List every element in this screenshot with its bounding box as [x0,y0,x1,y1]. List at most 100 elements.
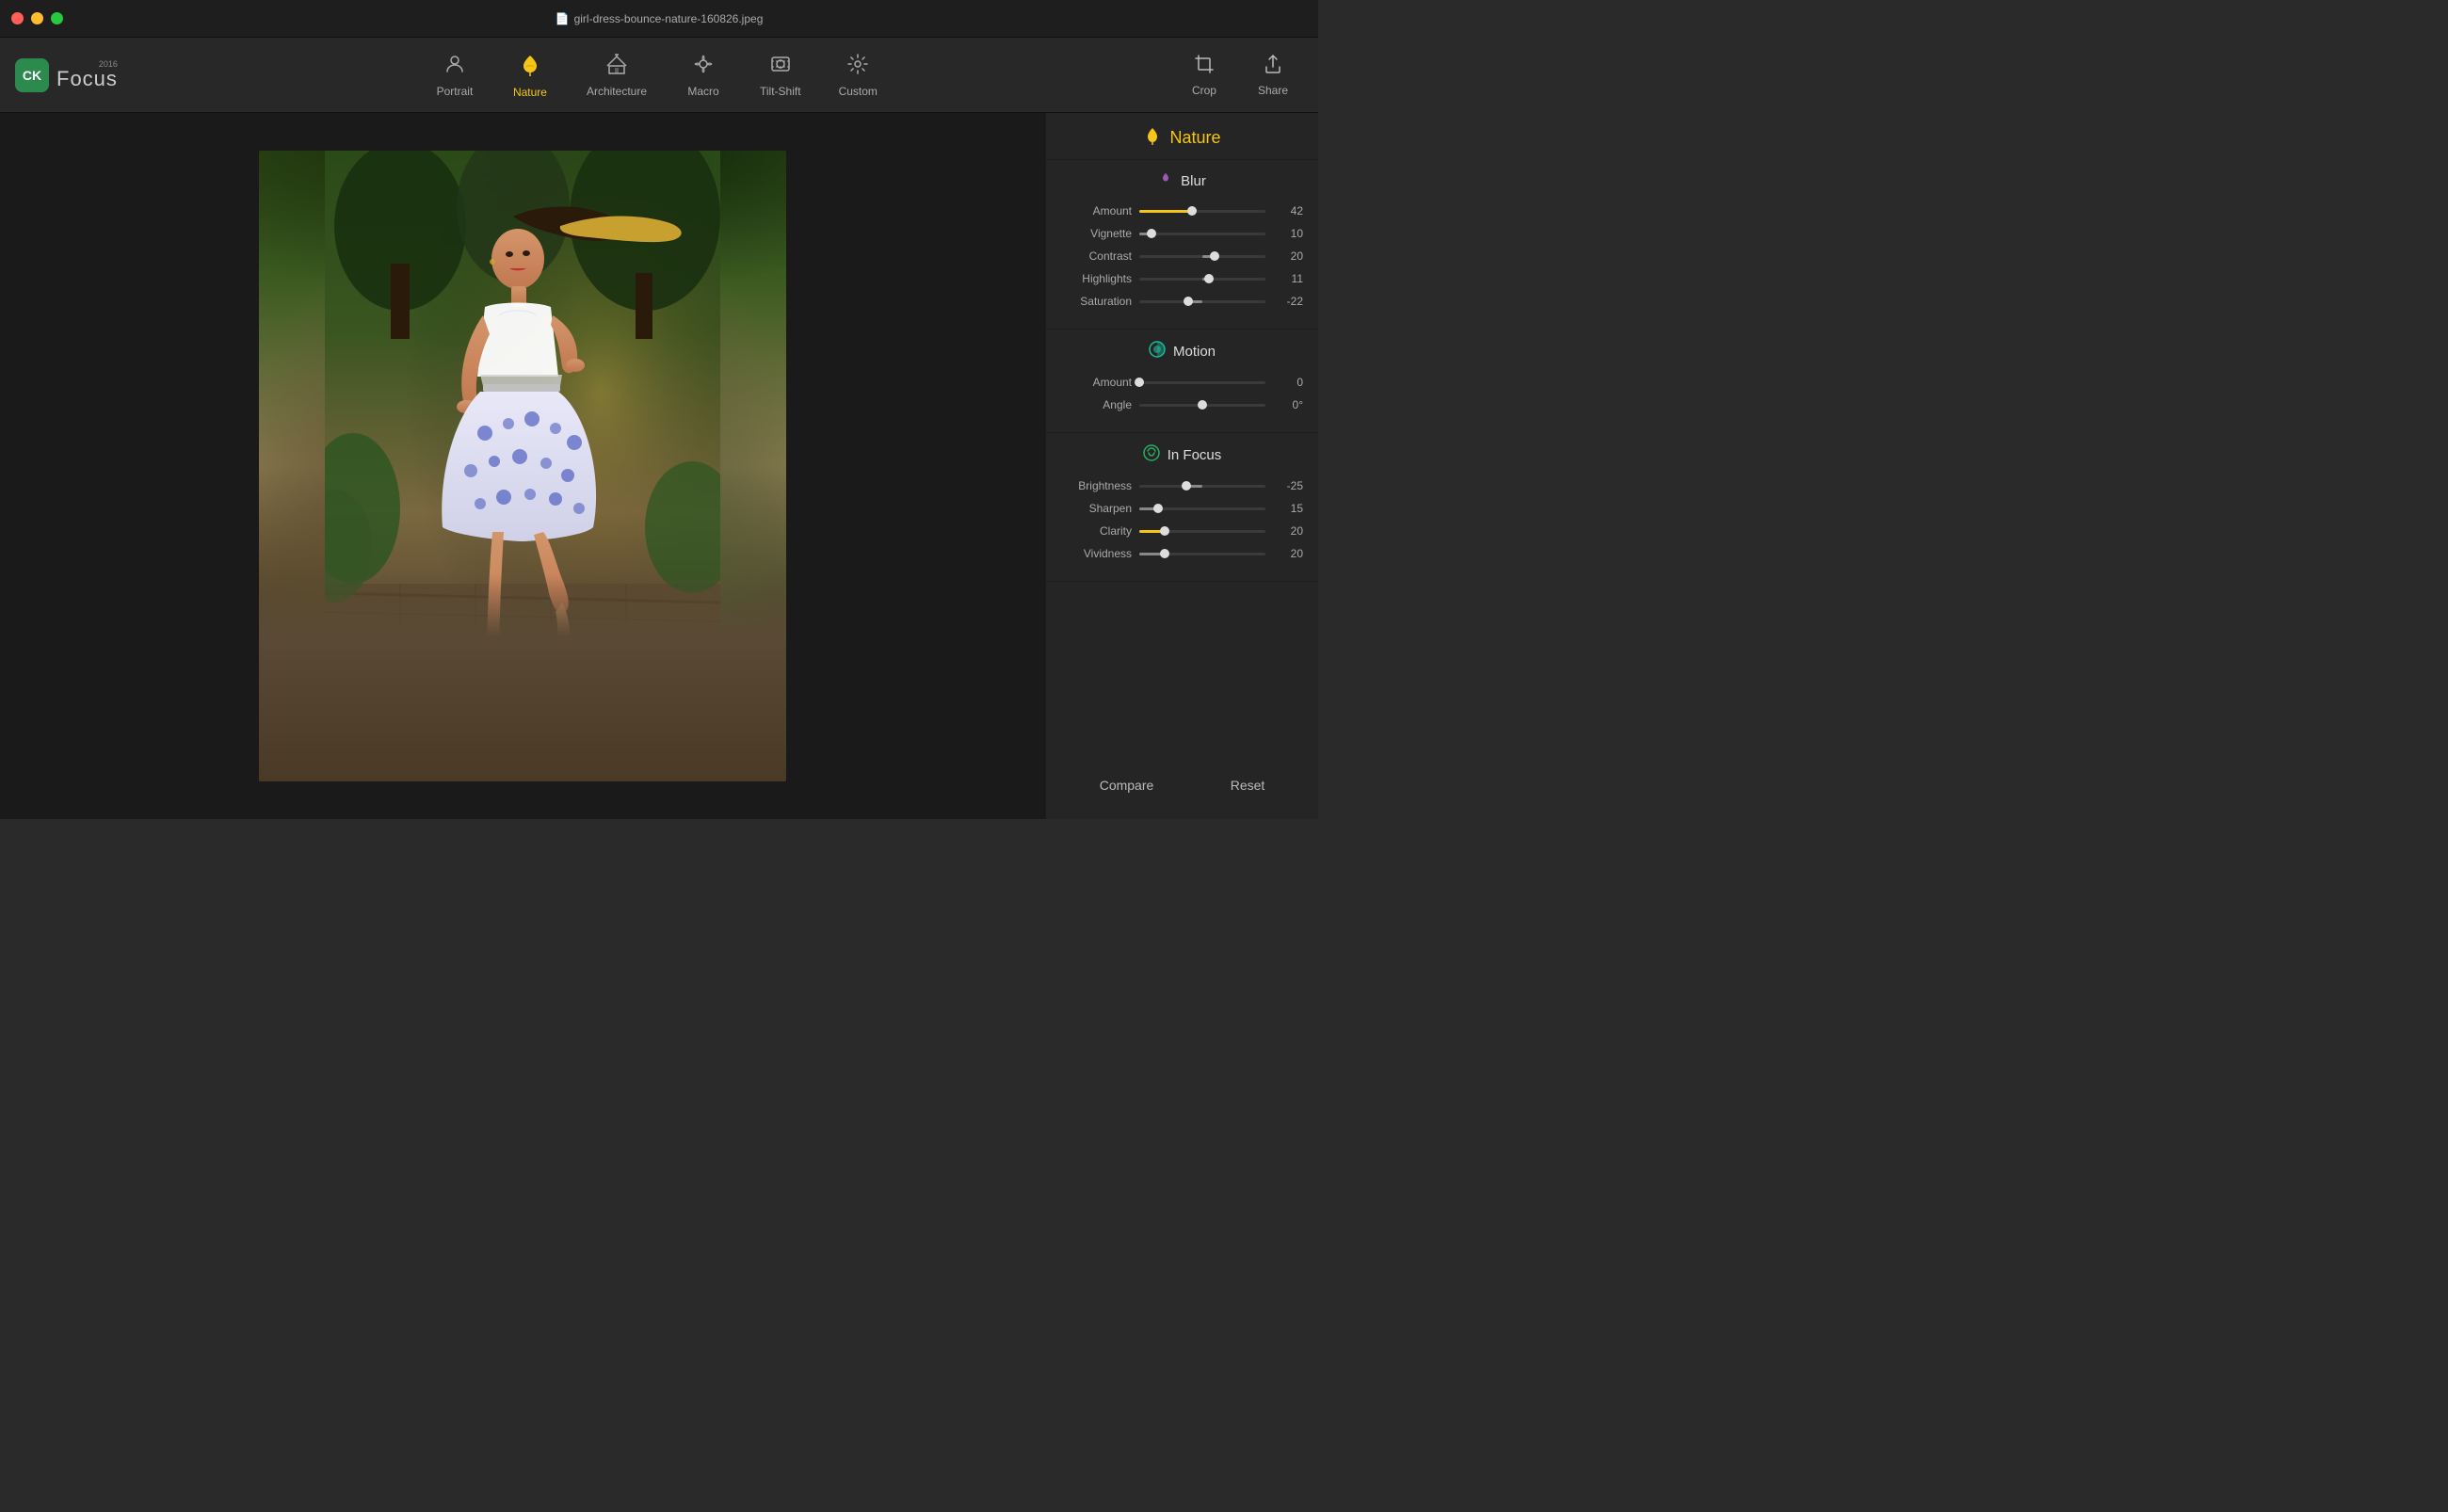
app-logo: CK 2016 Focus [15,58,118,92]
bg-path [259,574,786,781]
blur-amount-track [1139,210,1265,213]
custom-icon [846,53,869,81]
photo-canvas [259,151,786,781]
blur-highlights-value: 11 [1273,272,1303,285]
compare-button[interactable]: Compare [1081,770,1173,800]
nav-tool-macro[interactable]: Macro [666,47,741,104]
infocus-sharpen-track [1139,507,1265,510]
window-title: 📄 girl-dress-bounce-nature-160826.jpeg [556,12,764,25]
titlebar: 📄 girl-dress-bounce-nature-160826.jpeg [0,0,1318,38]
panel-title: Nature [1046,113,1318,160]
blur-vignette-thumb[interactable] [1147,229,1156,238]
infocus-sharpen-row: Sharpen 15 [1061,502,1303,515]
blur-section-header: Blur [1061,171,1303,191]
content-area: Nature Blur Amount 42 [0,113,1318,819]
motion-angle-value: 0° [1273,398,1303,411]
image-area [0,113,1045,819]
blur-contrast-thumb[interactable] [1210,251,1219,261]
macro-icon [692,53,715,81]
infocus-vividness-thumb[interactable] [1160,549,1169,558]
blur-contrast-value: 20 [1273,249,1303,263]
blur-vignette-track [1139,233,1265,235]
nature-icon [518,52,542,82]
blur-vignette-value: 10 [1273,227,1303,240]
nav-tool-nature[interactable]: Nature [492,46,568,105]
file-icon: 📄 [556,12,570,25]
blur-saturation-track [1139,300,1265,303]
blur-highlights-track [1139,278,1265,281]
nav-tool-tiltshift[interactable]: Tilt-Shift [741,47,820,104]
blur-amount-row: Amount 42 [1061,204,1303,217]
infocus-section: In Focus Brightness -25 Sharpen 15 [1046,433,1318,582]
crop-icon [1194,54,1215,80]
motion-amount-row: Amount 0 [1061,376,1303,389]
motion-section-header: Motion [1061,341,1303,362]
maximize-button[interactable] [51,12,63,24]
blur-highlights-thumb[interactable] [1204,274,1214,283]
motion-amount-label: Amount [1061,376,1132,389]
infocus-clarity-track [1139,530,1265,533]
infocus-clarity-row: Clarity 20 [1061,524,1303,538]
app-icon: CK [15,58,49,92]
infocus-section-header: In Focus [1061,444,1303,466]
infocus-brightness-thumb[interactable] [1182,481,1191,491]
infocus-vividness-label: Vividness [1061,547,1132,560]
blur-contrast-row: Contrast 20 [1061,249,1303,263]
nav-tool-custom[interactable]: Custom [820,47,896,104]
blur-vignette-label: Vignette [1061,227,1132,240]
infocus-vividness-row: Vividness 20 [1061,547,1303,560]
share-icon [1263,54,1283,80]
panel-title-icon [1143,126,1162,150]
portrait-icon [443,53,466,81]
panel-buttons: Compare Reset [1046,751,1318,819]
reset-button[interactable]: Reset [1212,770,1284,800]
motion-angle-thumb[interactable] [1198,400,1207,410]
motion-section: Motion Amount 0 Angle 0° [1046,330,1318,433]
app-name-block: 2016 Focus [56,60,118,89]
architecture-icon [605,53,628,81]
blur-contrast-label: Contrast [1061,249,1132,263]
toolbar-right: Crop Share [1177,48,1303,103]
blur-saturation-thumb[interactable] [1184,297,1193,306]
infocus-vividness-track [1139,553,1265,555]
blur-amount-thumb[interactable] [1187,206,1197,216]
blur-saturation-value: -22 [1273,295,1303,308]
blur-vignette-row: Vignette 10 [1061,227,1303,240]
motion-angle-label: Angle [1061,398,1132,411]
nav-tools: Portrait Nature [137,46,1177,105]
motion-angle-row: Angle 0° [1061,398,1303,411]
minimize-button[interactable] [31,12,43,24]
motion-icon [1149,341,1166,362]
infocus-icon [1143,444,1160,466]
infocus-clarity-value: 20 [1273,524,1303,538]
blur-contrast-track [1139,255,1265,258]
blur-amount-value: 42 [1273,204,1303,217]
nav-tool-architecture[interactable]: Architecture [568,47,666,104]
infocus-brightness-value: -25 [1273,479,1303,492]
infocus-sharpen-value: 15 [1273,502,1303,515]
blur-section: Blur Amount 42 Vignette 10 [1046,160,1318,330]
infocus-sharpen-thumb[interactable] [1153,504,1163,513]
share-button[interactable]: Share [1243,48,1303,103]
blur-amount-label: Amount [1061,204,1132,217]
blur-icon [1158,171,1173,191]
blur-highlights-row: Highlights 11 [1061,272,1303,285]
main-toolbar: CK 2016 Focus Portrait [0,38,1318,113]
motion-angle-track [1139,404,1265,407]
close-button[interactable] [11,12,24,24]
infocus-clarity-thumb[interactable] [1160,526,1169,536]
blur-saturation-label: Saturation [1061,295,1132,308]
blur-highlights-label: Highlights [1061,272,1132,285]
nav-tool-portrait[interactable]: Portrait [417,47,492,104]
blur-saturation-row: Saturation -22 [1061,295,1303,308]
motion-amount-track [1139,381,1265,384]
tiltshift-icon [769,53,792,81]
traffic-lights [11,12,63,24]
right-panel: Nature Blur Amount 42 [1045,113,1318,819]
infocus-vividness-value: 20 [1273,547,1303,560]
motion-amount-thumb[interactable] [1135,378,1144,387]
infocus-brightness-label: Brightness [1061,479,1132,492]
infocus-brightness-track [1139,485,1265,488]
motion-amount-value: 0 [1273,376,1303,389]
crop-button[interactable]: Crop [1177,48,1232,103]
